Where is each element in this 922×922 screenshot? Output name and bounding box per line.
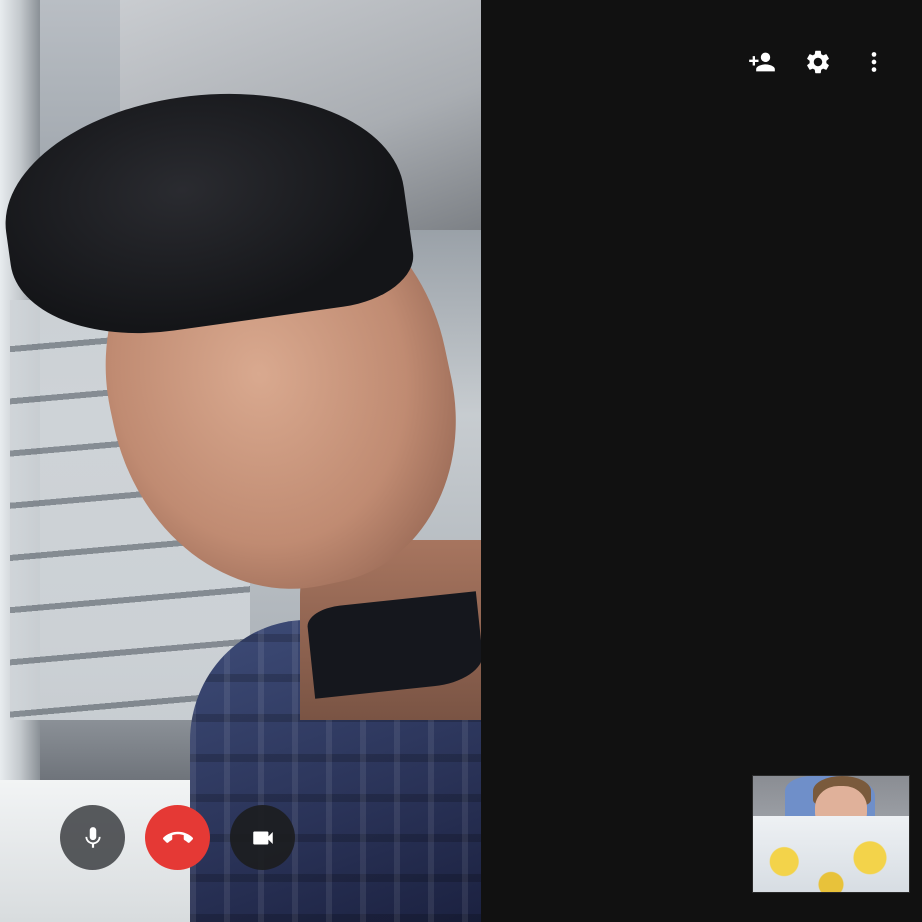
self-view-thumbnail[interactable]	[752, 775, 910, 893]
call-controls	[60, 805, 295, 870]
videocam-icon	[252, 831, 273, 844]
more-vert-icon	[871, 52, 877, 72]
settings-button[interactable]	[800, 44, 836, 80]
gear-icon	[807, 50, 829, 74]
top-toolbar	[744, 44, 892, 80]
microphone-icon	[84, 826, 101, 848]
person-add-icon	[749, 52, 775, 72]
video-call-screen	[0, 0, 922, 922]
remote-video-feed	[0, 0, 481, 922]
self-view-blanket	[753, 816, 909, 892]
toggle-camera-button[interactable]	[230, 805, 295, 870]
mute-microphone-button[interactable]	[60, 805, 125, 870]
hang-up-button[interactable]	[145, 805, 210, 870]
add-person-button[interactable]	[744, 44, 780, 80]
phone-hangup-icon	[162, 831, 193, 843]
more-options-button[interactable]	[856, 44, 892, 80]
